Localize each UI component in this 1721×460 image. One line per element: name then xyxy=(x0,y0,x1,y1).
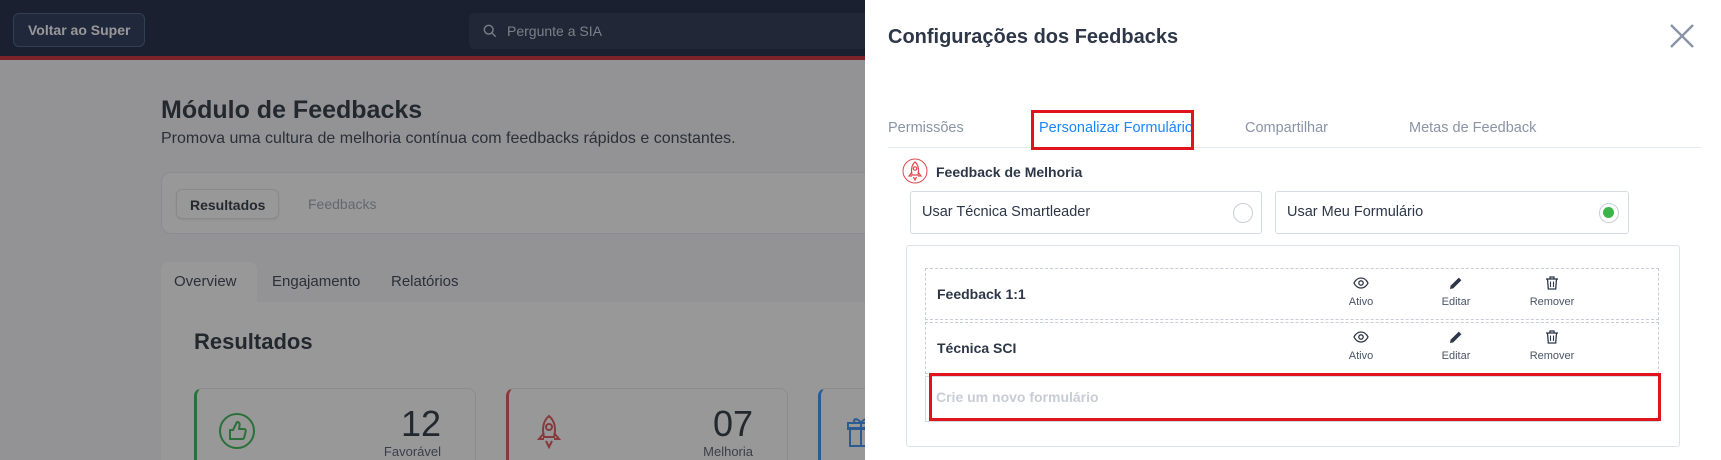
settings-tabs: Permissões Personalizar Formulário Compa… xyxy=(888,110,1701,148)
close-icon[interactable] xyxy=(1668,22,1696,50)
option-label: Usar Meu Formulário xyxy=(1287,204,1424,220)
action-label: Ativo xyxy=(1348,350,1374,362)
new-form-input[interactable] xyxy=(936,389,1636,405)
form-row: Técnica SCI Ativo Editar Remover xyxy=(925,322,1659,374)
highlight-box-tab xyxy=(1031,110,1194,150)
radio-smartleader[interactable] xyxy=(1233,203,1253,223)
option-label: Usar Técnica Smartleader xyxy=(922,204,1091,220)
action-label: Editar xyxy=(1441,296,1471,308)
trash-icon xyxy=(1546,330,1558,344)
forms-panel: Feedback 1:1 Ativo Editar Remover Técnic… xyxy=(906,245,1680,447)
modal-overlay[interactable] xyxy=(0,0,865,460)
view-action[interactable]: Ativo xyxy=(1331,275,1391,315)
tab-permissoes[interactable]: Permissões xyxy=(888,120,964,136)
tab-compartilhar[interactable]: Compartilhar xyxy=(1245,120,1328,136)
rocket-icon xyxy=(902,158,928,184)
new-form-field xyxy=(925,376,1659,422)
eye-icon xyxy=(1353,277,1369,289)
form-name: Técnica SCI xyxy=(937,340,1017,356)
form-name: Feedback 1:1 xyxy=(937,286,1026,302)
edit-action[interactable]: Editar xyxy=(1426,329,1486,369)
radio-meu-formulario[interactable] xyxy=(1599,203,1619,223)
option-meu-formulario[interactable]: Usar Meu Formulário xyxy=(1275,191,1629,234)
background-app: Voltar ao Super Pergunte a SIA Módulo de… xyxy=(0,0,865,460)
view-action[interactable]: Ativo xyxy=(1331,329,1391,369)
tab-metas-de-feedback[interactable]: Metas de Feedback xyxy=(1409,120,1536,136)
eye-icon xyxy=(1353,331,1369,343)
pencil-icon xyxy=(1450,277,1462,289)
drawer-title: Configurações dos Feedbacks xyxy=(888,26,1179,48)
action-label: Remover xyxy=(1529,350,1575,362)
trash-icon xyxy=(1546,276,1558,290)
action-label: Ativo xyxy=(1348,296,1374,308)
remove-action[interactable]: Remover xyxy=(1522,329,1582,369)
remove-action[interactable]: Remover xyxy=(1522,275,1582,315)
action-label: Editar xyxy=(1441,350,1471,362)
option-tecnica-smartleader[interactable]: Usar Técnica Smartleader xyxy=(910,191,1262,234)
action-label: Remover xyxy=(1529,296,1575,308)
feedback-settings-drawer: Configurações dos Feedbacks Permissões P… xyxy=(865,0,1721,460)
edit-action[interactable]: Editar xyxy=(1426,275,1486,315)
pencil-icon xyxy=(1450,331,1462,343)
section-title: Feedback de Melhoria xyxy=(936,164,1083,180)
form-row: Feedback 1:1 Ativo Editar Remover xyxy=(925,268,1659,320)
